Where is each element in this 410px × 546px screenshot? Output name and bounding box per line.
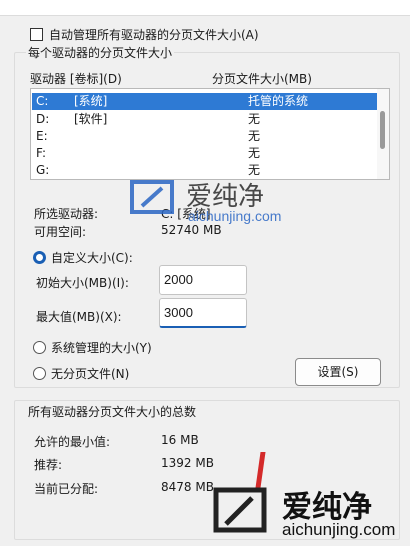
initial-size-input[interactable]: 2000 xyxy=(159,265,247,295)
drive-row[interactable]: C: [系统] 托管的系统 xyxy=(32,93,377,110)
custom-size-option[interactable]: 自定义大小(C): xyxy=(33,249,133,266)
drive-size: 无 xyxy=(248,129,261,143)
recommended-value: 1392 MB xyxy=(161,456,214,470)
drive-letter: G: xyxy=(36,163,50,177)
window-top-strip xyxy=(0,0,410,16)
no-paging-option[interactable]: 无分页文件(N) xyxy=(33,365,129,382)
drive-label: [软件] xyxy=(74,112,108,126)
drive-letter: F: xyxy=(36,146,47,160)
set-button[interactable]: 设置(S) xyxy=(295,358,381,386)
recommended-label: 推荐: xyxy=(34,458,63,472)
current-allocated-label: 当前已分配: xyxy=(34,482,99,496)
system-managed-option[interactable]: 系统管理的大小(Y) xyxy=(33,339,152,356)
drive-letter: C: xyxy=(36,94,49,108)
watermark-logo-icon xyxy=(213,487,267,533)
totals-legend: 所有驱动器分页文件大小的总数 xyxy=(26,403,199,420)
min-allowed-label: 允许的最小值: xyxy=(34,435,111,449)
per-drive-legend: 每个驱动器的分页文件大小 xyxy=(26,44,175,61)
drive-letter: D: xyxy=(36,112,50,126)
drive-label: [系统] xyxy=(74,94,108,108)
free-space-label: 可用空间: xyxy=(34,225,87,239)
auto-manage-label: 自动管理所有驱动器的分页文件大小(A) xyxy=(49,28,259,42)
drive-row[interactable]: E: 无 xyxy=(32,128,377,145)
no-paging-label: 无分页文件(N) xyxy=(51,367,130,381)
drive-letter: E: xyxy=(36,129,48,143)
column-header-size: 分页文件大小(MB) xyxy=(212,72,312,86)
column-header-drive: 驱动器 [卷标](D) xyxy=(30,72,122,86)
drive-list[interactable]: C: [系统] 托管的系统 D: [软件] 无 E: 无 F: 无 G: 无 xyxy=(30,88,390,180)
watermark-url: aichunjing.com xyxy=(282,520,396,539)
watermark-url: aichunjing.com xyxy=(188,208,282,224)
custom-size-label: 自定义大小(C): xyxy=(51,251,133,265)
watermark-logo-icon xyxy=(130,180,174,214)
max-size-label: 最大值(MB)(X): xyxy=(36,310,122,324)
current-allocated-value: 8478 MB xyxy=(161,480,214,494)
system-managed-radio[interactable] xyxy=(33,341,46,354)
watermark-center: 爱纯净 aichunjing.com xyxy=(128,176,308,228)
no-paging-radio[interactable] xyxy=(33,367,46,380)
custom-size-radio[interactable] xyxy=(33,251,46,264)
system-managed-label: 系统管理的大小(Y) xyxy=(51,341,152,355)
drive-size: 无 xyxy=(248,112,261,126)
drive-size: 无 xyxy=(248,146,261,160)
scrollbar-thumb[interactable] xyxy=(380,111,385,149)
drive-row[interactable]: D: [软件] 无 xyxy=(32,111,377,128)
min-allowed-value: 16 MB xyxy=(161,433,199,447)
selected-drive-label: 所选驱动器: xyxy=(34,207,99,221)
initial-size-label: 初始大小(MB)(I): xyxy=(36,276,129,290)
auto-manage-checkbox[interactable] xyxy=(30,28,43,41)
max-size-input[interactable]: 3000 xyxy=(159,298,247,328)
auto-manage-row[interactable]: 自动管理所有驱动器的分页文件大小(A) xyxy=(30,26,259,43)
drive-size: 托管的系统 xyxy=(248,94,309,108)
watermark-corner: 爱纯净 aichunjing.com xyxy=(212,482,408,544)
drive-row[interactable]: F: 无 xyxy=(32,145,377,162)
drive-list-scrollbar[interactable] xyxy=(377,89,389,179)
